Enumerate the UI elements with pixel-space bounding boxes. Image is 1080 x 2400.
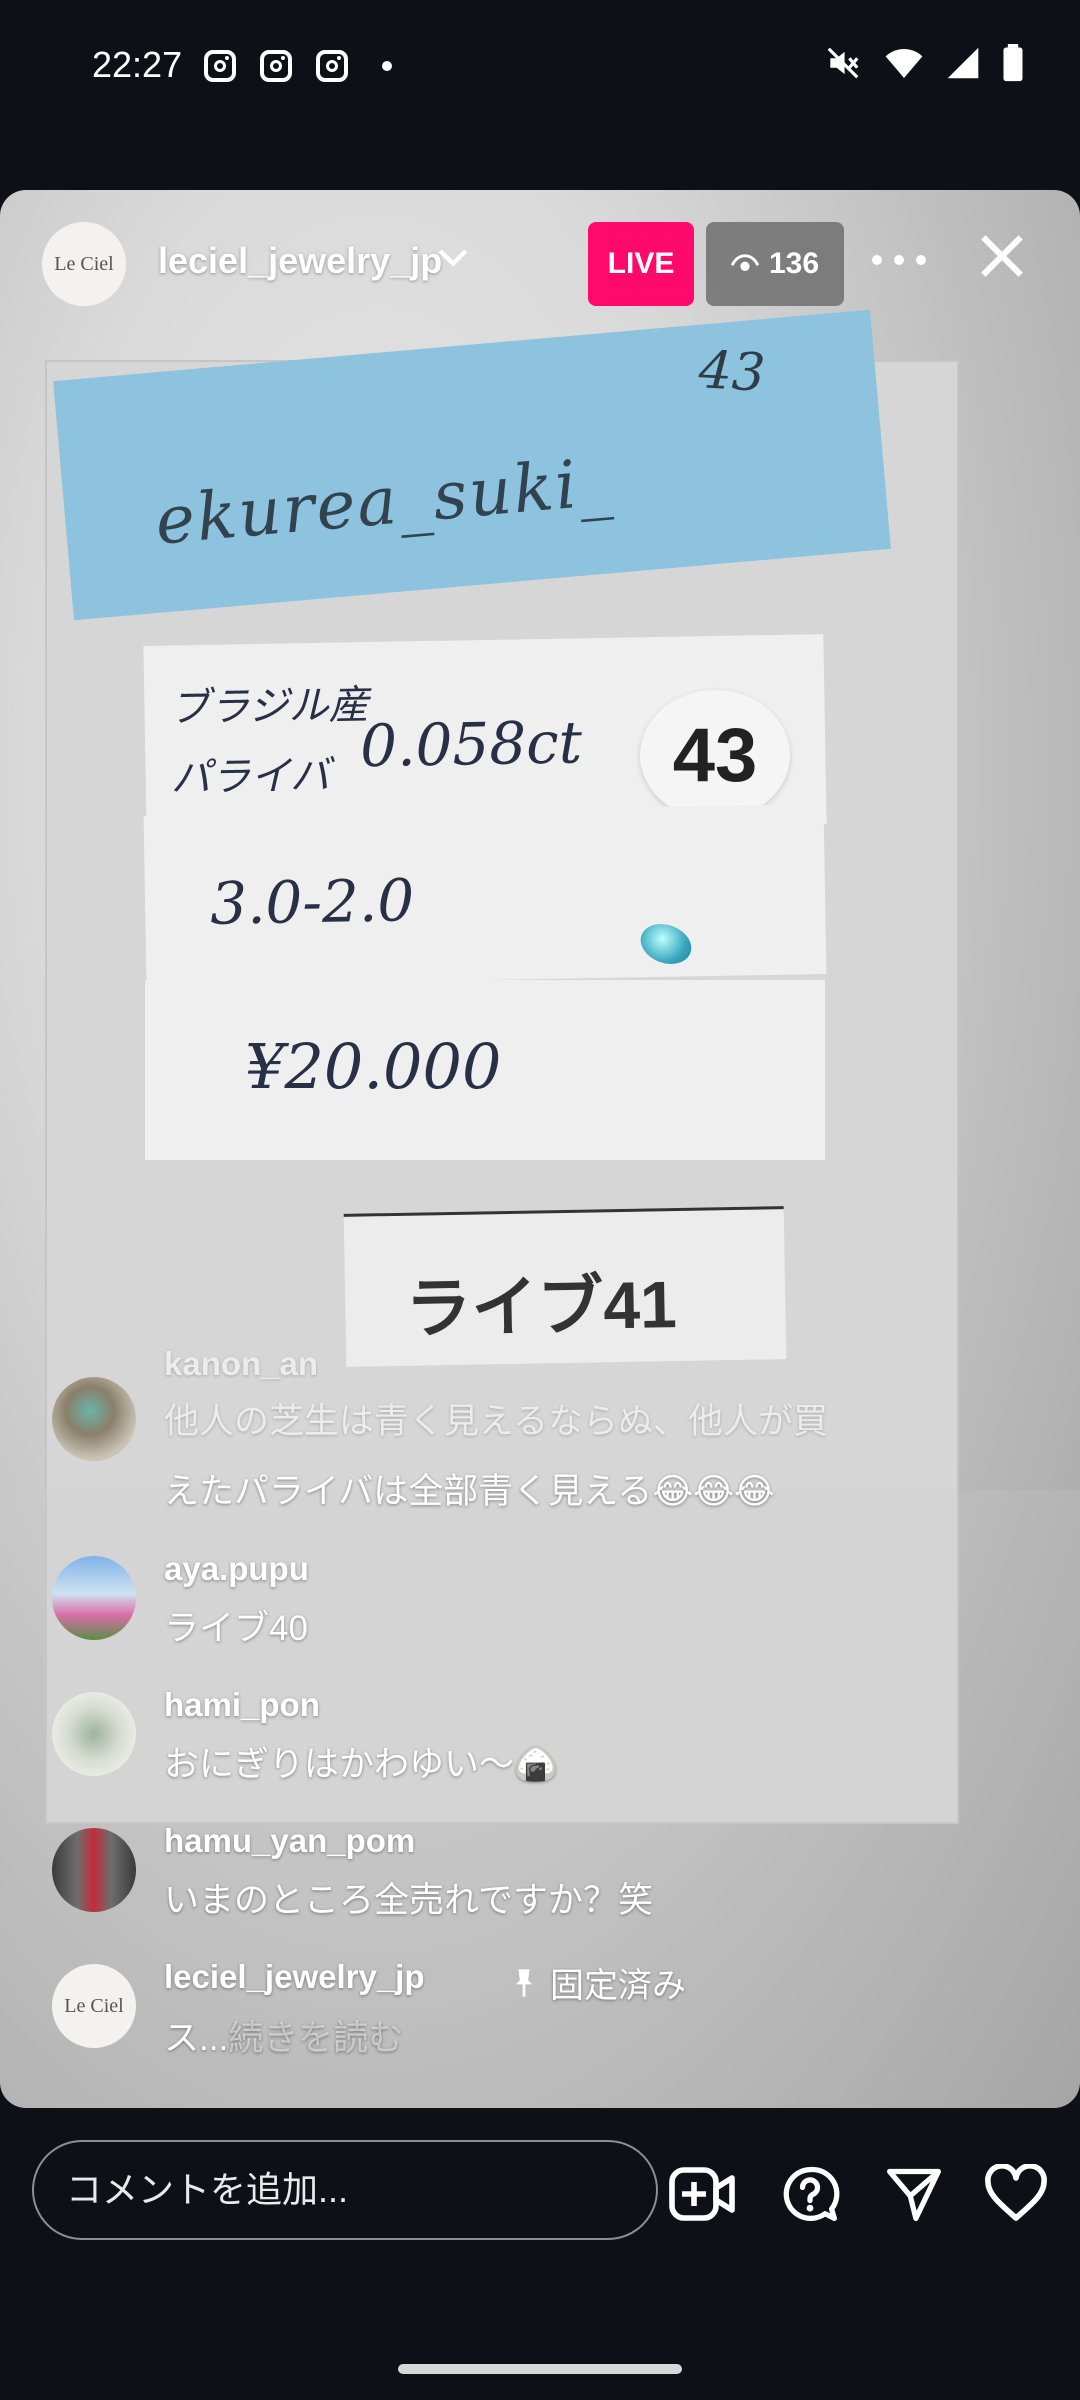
card-price-text: ¥20.000 bbox=[245, 1030, 502, 1103]
info-card-size: 3.0-2.0 bbox=[143, 804, 827, 986]
comment-text-preview: ス... bbox=[164, 2019, 229, 2058]
eye-icon bbox=[730, 254, 759, 271]
comment-avatar[interactable] bbox=[52, 1692, 136, 1776]
sticky-note-number: 43 bbox=[697, 340, 767, 404]
comment-username[interactable]: hamu_yan_pom bbox=[164, 1822, 415, 1860]
number-badge: 43 bbox=[640, 690, 790, 820]
live-number-card: ライブ41 bbox=[343, 1206, 787, 1367]
comment-item[interactable]: hami_pon おにぎりはかわゆい〜🍙 bbox=[52, 1686, 1012, 1784]
battery-icon bbox=[1003, 44, 1023, 82]
viewer-count: 136 bbox=[768, 247, 820, 280]
comment-username[interactable]: leciel_jewelry_jp bbox=[164, 1958, 425, 1996]
read-more-link[interactable]: 続きを読む bbox=[228, 2019, 403, 2058]
comment-text: 他人の芝生は青く見えるならぬ、他人が買 bbox=[164, 1402, 828, 1441]
sticky-note-name: ekurea_suki_ bbox=[152, 442, 617, 560]
pinned-comment[interactable]: Le Ciel leciel_jewelry_jp 固定済み ス...続きを読む bbox=[52, 1958, 1012, 2058]
pin-icon bbox=[515, 1968, 533, 1997]
share-send-icon[interactable] bbox=[880, 2164, 948, 2224]
live-number-text: ライブ41 bbox=[404, 1267, 678, 1346]
live-video[interactable]: ekurea_suki_ 43 ブラジル産 パライバ 0.058ct 43 3.… bbox=[0, 190, 1080, 2108]
card-origin-text: ブラジル産 bbox=[169, 682, 370, 732]
comment-text: えたパライバは全部青く見える😂😂😂 bbox=[164, 1472, 775, 1511]
comment-text: おにぎりはかわゆい〜🍙 bbox=[164, 1745, 558, 1784]
host-avatar[interactable]: Le Ciel bbox=[42, 222, 126, 306]
comment-item[interactable]: aya.pupu ライブ40 bbox=[52, 1550, 1012, 1648]
comment-item[interactable]: kanon_an 他人の芝生は青く見えるならぬ、他人が買 えたパライバは全部青く… bbox=[52, 1345, 1012, 1511]
comment-avatar[interactable] bbox=[52, 1377, 136, 1461]
comment-text: いまのところ全売れですか？笑 bbox=[164, 1881, 653, 1920]
instagram-icon bbox=[260, 50, 292, 82]
info-card-price: ¥20.000 bbox=[145, 980, 825, 1160]
question-icon[interactable] bbox=[776, 2164, 844, 2224]
more-options-icon[interactable] bbox=[872, 240, 926, 280]
comment-input[interactable]: コメントを追加... bbox=[32, 2140, 658, 2240]
system-icons bbox=[824, 44, 1024, 82]
comment-username[interactable]: hami_pon bbox=[164, 1686, 320, 1724]
chevron-down-icon[interactable] bbox=[436, 246, 470, 270]
comment-text: ス...続きを読む bbox=[164, 2010, 403, 2061]
live-badge: LIVE bbox=[588, 222, 694, 306]
instagram-icon bbox=[316, 50, 348, 82]
close-icon[interactable] bbox=[974, 228, 1030, 284]
card-weight-text: 0.058ct bbox=[359, 708, 583, 781]
pinned-label: 固定済み bbox=[512, 1958, 686, 2007]
status-bar: 22:27 bbox=[0, 0, 1080, 135]
card-stone-text: パライバ bbox=[170, 752, 331, 802]
instagram-icon bbox=[204, 50, 236, 82]
signal-icon bbox=[947, 47, 979, 79]
notification-dot-icon bbox=[382, 61, 392, 71]
host-logo-text: Le Ciel bbox=[54, 252, 114, 275]
comment-text: ライブ40 bbox=[164, 1609, 308, 1648]
heart-icon[interactable] bbox=[982, 2164, 1050, 2224]
comment-avatar[interactable] bbox=[52, 1828, 136, 1912]
comment-avatar[interactable]: Le Ciel bbox=[52, 1964, 136, 2048]
home-indicator[interactable] bbox=[398, 2364, 682, 2374]
card-size-text: 3.0-2.0 bbox=[209, 866, 415, 938]
host-logo-text: Le Ciel bbox=[64, 1994, 124, 2017]
comment-avatar[interactable] bbox=[52, 1556, 136, 1640]
live-header: Le Ciel leciel_jewelry_jp LIVE 136 bbox=[0, 190, 1080, 330]
comment-item[interactable]: hamu_yan_pom いまのところ全売れですか？笑 bbox=[52, 1822, 1012, 1920]
status-time: 22:27 bbox=[92, 44, 183, 85]
notification-icons bbox=[204, 50, 392, 82]
add-video-guest-icon[interactable] bbox=[668, 2164, 736, 2224]
host-username[interactable]: leciel_jewelry_jp bbox=[158, 240, 442, 282]
mute-icon bbox=[827, 47, 859, 79]
comment-username[interactable]: aya.pupu bbox=[164, 1550, 309, 1588]
viewer-count-badge[interactable]: 136 bbox=[706, 222, 844, 306]
wifi-icon bbox=[885, 49, 923, 78]
pinned-text: 固定済み bbox=[550, 1967, 686, 2005]
comment-username[interactable]: kanon_an bbox=[164, 1345, 318, 1383]
